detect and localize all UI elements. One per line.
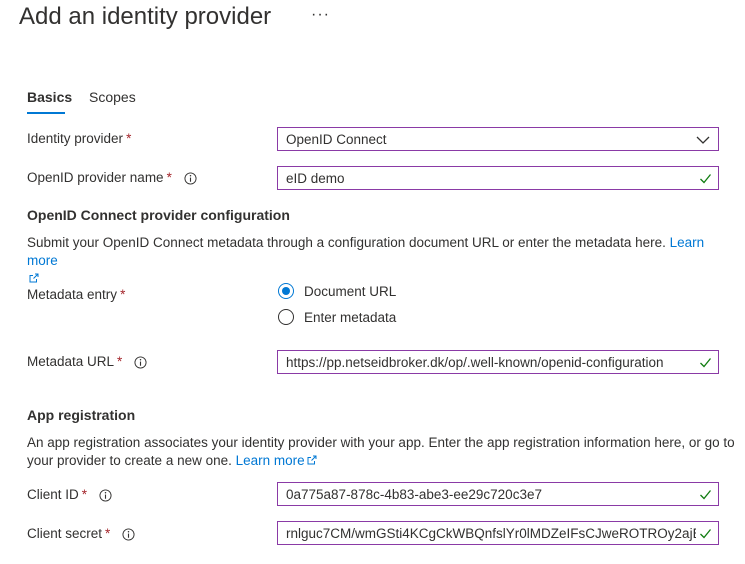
active-tab-indicator	[27, 112, 65, 114]
client-secret-value: rnlguc7CM/wmGSti4KCgCkWBQnfslYr0lMDZeIFs…	[286, 526, 696, 541]
info-icon[interactable]	[184, 172, 197, 185]
required-marker: *	[126, 131, 132, 146]
client-secret-label-text: Client secret	[27, 526, 103, 541]
metadata-url-label-text: Metadata URL	[27, 354, 115, 369]
client-secret-label: Client secret *	[27, 526, 135, 541]
check-icon	[700, 490, 712, 500]
document-url-radio[interactable]	[278, 283, 294, 299]
radio-selected-dot	[282, 287, 290, 295]
tab-basics[interactable]: Basics	[27, 89, 72, 105]
more-options-button[interactable]: ···	[311, 6, 330, 24]
identity-provider-label-text: Identity provider	[27, 131, 124, 146]
client-secret-input[interactable]: rnlguc7CM/wmGSti4KCgCkWBQnfslYr0lMDZeIFs…	[277, 521, 719, 545]
identity-provider-label: Identity provider *	[27, 131, 131, 146]
required-marker: *	[81, 487, 88, 502]
external-link-icon[interactable]	[29, 273, 39, 283]
enter-metadata-radio-label[interactable]: Enter metadata	[304, 310, 396, 325]
oidc-config-description-text: Submit your OpenID Connect metadata thro…	[27, 235, 666, 250]
oidc-config-heading: OpenID Connect provider configuration	[27, 207, 290, 223]
provider-name-input[interactable]: eID demo	[277, 166, 719, 190]
info-icon[interactable]	[122, 528, 135, 541]
required-marker: *	[105, 526, 111, 541]
app-registration-description-line2: your provider to create a new one.	[27, 453, 232, 468]
app-registration-description-line1: An app registration associates your iden…	[27, 435, 735, 450]
info-icon[interactable]	[99, 489, 112, 502]
enter-metadata-radio[interactable]	[278, 309, 294, 325]
identity-provider-dropdown[interactable]: OpenID Connect	[277, 127, 719, 151]
metadata-entry-label-text: Metadata entry	[27, 287, 118, 302]
required-marker: *	[117, 354, 123, 369]
app-registration-heading: App registration	[27, 407, 136, 423]
check-icon	[700, 529, 712, 539]
page-title: Add an identity provider	[19, 3, 272, 30]
oidc-config-description: Submit your OpenID Connect metadata thro…	[27, 234, 727, 288]
metadata-url-label: Metadata URL *	[27, 354, 147, 369]
tab-scopes[interactable]: Scopes	[89, 89, 136, 105]
provider-name-label-text: OpenID provider name	[27, 170, 164, 185]
metadata-entry-label: Metadata entry *	[27, 287, 125, 302]
check-icon	[700, 358, 712, 368]
external-link-icon[interactable]	[307, 455, 317, 465]
app-registration-description: An app registration associates your iden…	[27, 434, 737, 470]
client-id-input[interactable]: 0a775a87-878c-4b83-abe3-ee29c720c3e7	[277, 482, 719, 506]
required-marker: *	[166, 170, 172, 185]
identity-provider-value: OpenID Connect	[286, 132, 387, 147]
client-id-label-text: Client ID	[27, 487, 79, 502]
metadata-url-input[interactable]: https://pp.netseidbroker.dk/op/.well-kno…	[277, 350, 719, 374]
chevron-down-icon	[696, 136, 710, 144]
check-icon	[700, 174, 712, 184]
client-id-label: Client ID *	[27, 487, 112, 502]
provider-name-label: OpenID provider name *	[27, 170, 197, 185]
client-id-value: 0a775a87-878c-4b83-abe3-ee29c720c3e7	[286, 487, 542, 502]
info-icon[interactable]	[134, 356, 147, 369]
provider-name-value: eID demo	[286, 171, 345, 186]
required-marker: *	[120, 287, 126, 302]
learn-more-link[interactable]: Learn more	[236, 453, 305, 468]
document-url-radio-label[interactable]: Document URL	[304, 284, 396, 299]
metadata-url-value: https://pp.netseidbroker.dk/op/.well-kno…	[286, 355, 664, 370]
